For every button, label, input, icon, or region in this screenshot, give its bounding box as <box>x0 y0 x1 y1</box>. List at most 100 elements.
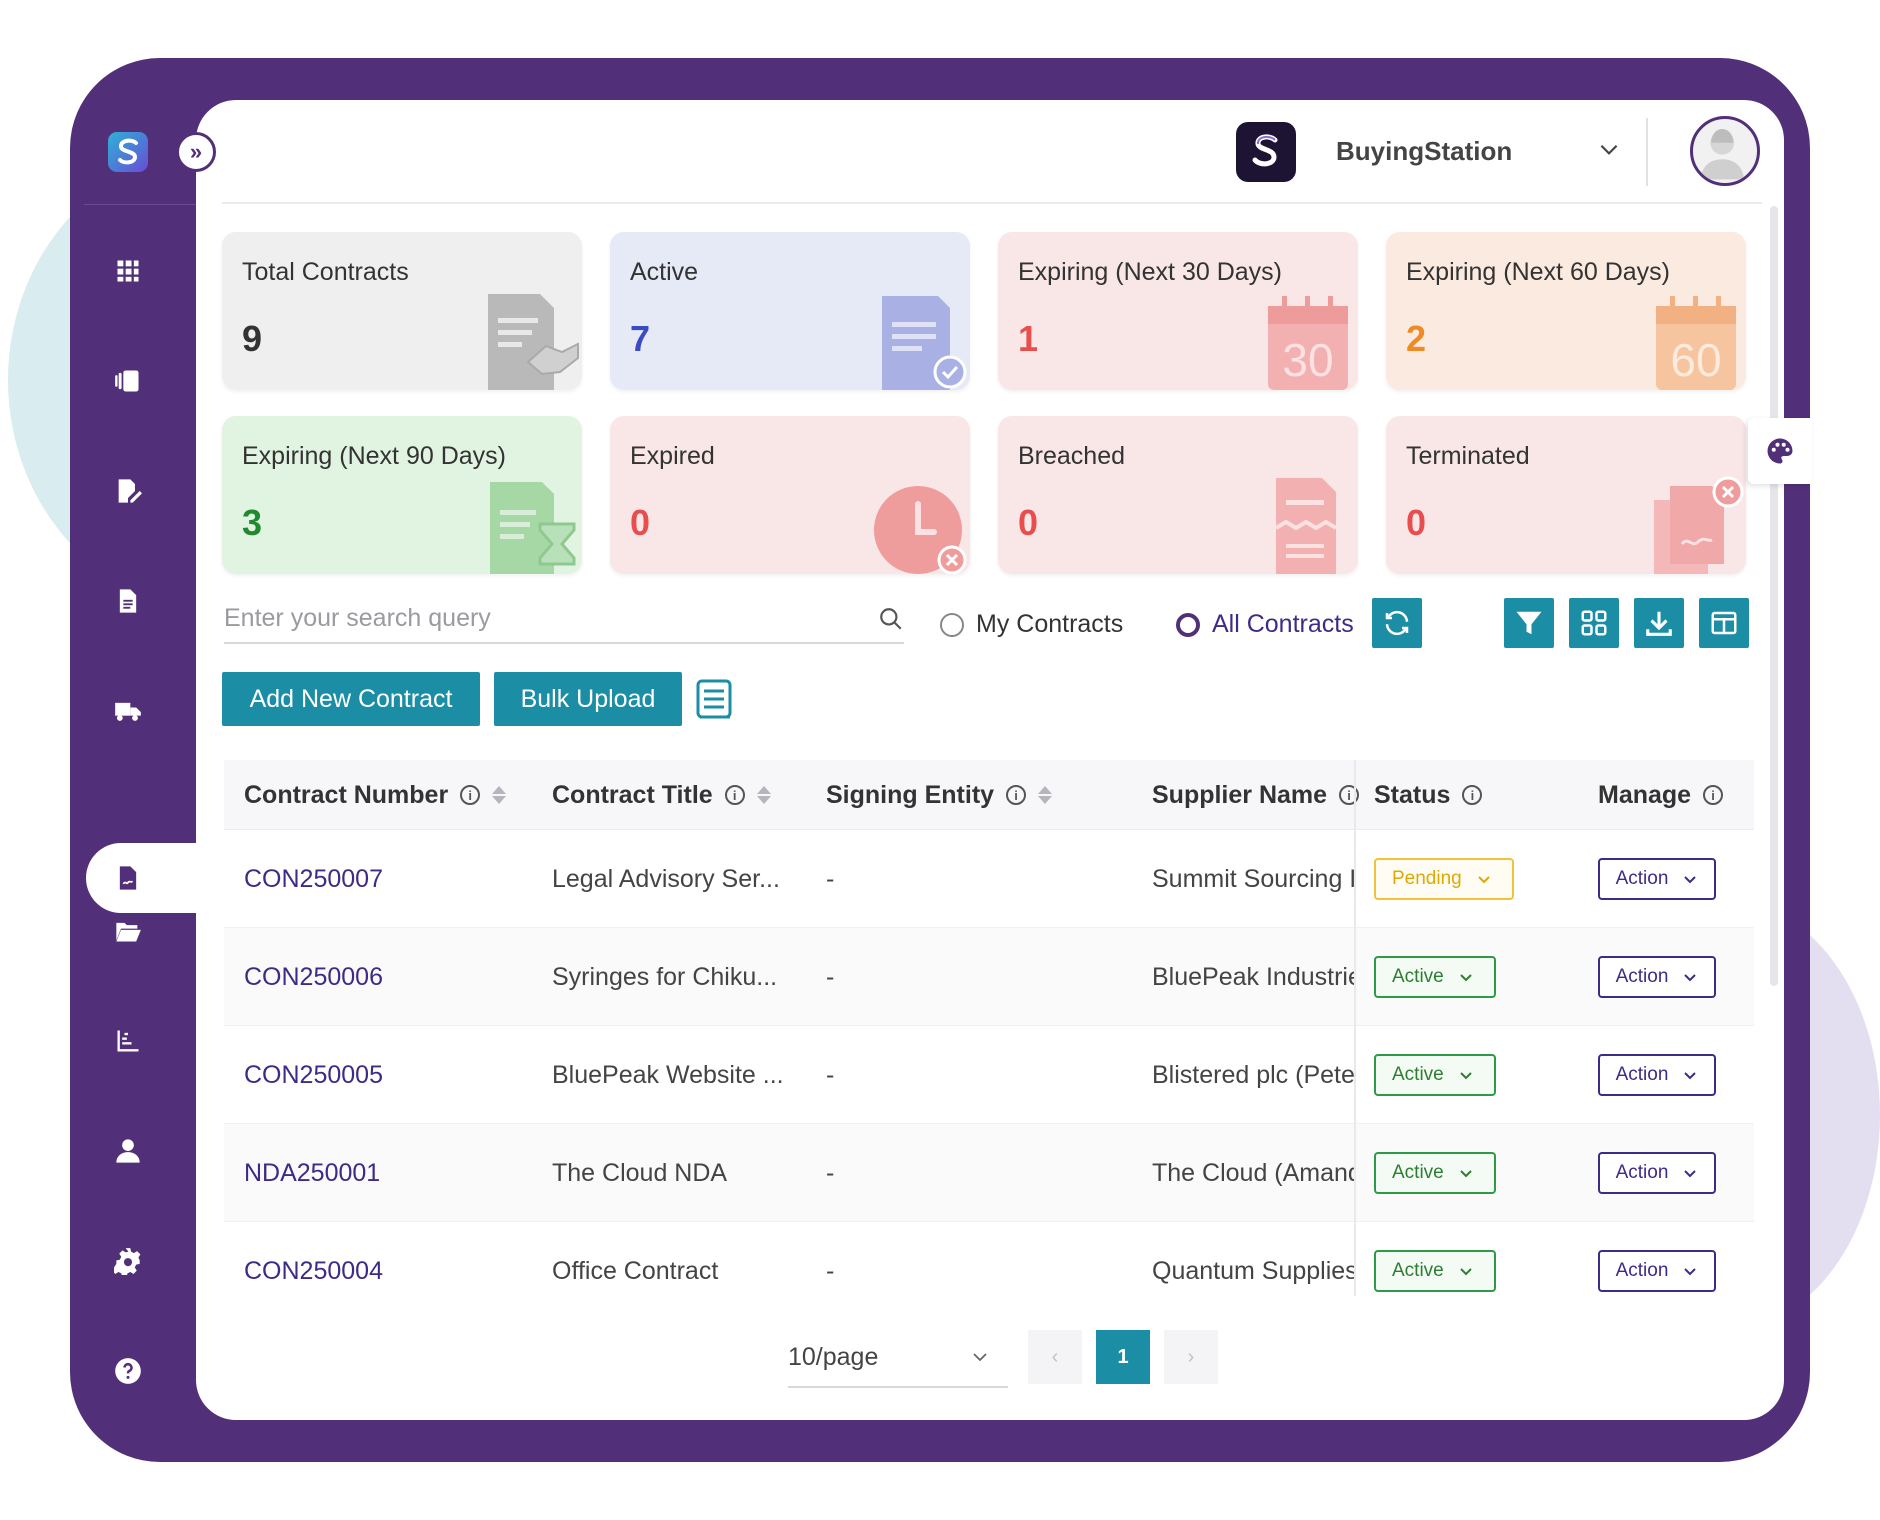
action-dropdown[interactable]: Action <box>1598 956 1716 998</box>
status-dropdown[interactable]: Active <box>1374 1054 1496 1096</box>
contract-title-cell: Legal Advisory Ser... <box>552 864 780 893</box>
sort-icon[interactable] <box>1038 786 1053 804</box>
signing-entity-cell: - <box>826 1060 835 1089</box>
column-title: Contract Title <box>552 780 713 809</box>
columns-icon <box>1711 611 1737 635</box>
page-size-select[interactable]: 10/page <box>788 1328 1008 1388</box>
status-dropdown[interactable]: Active <box>1374 956 1496 998</box>
topbar-separator <box>222 202 1762 204</box>
sidebar <box>70 58 226 1462</box>
user-icon[interactable] <box>113 1136 143 1166</box>
action-dropdown[interactable]: Action <box>1598 1152 1716 1194</box>
sort-icon[interactable] <box>492 786 507 804</box>
user-avatar[interactable] <box>1690 116 1760 186</box>
gear-icon[interactable] <box>113 1246 143 1276</box>
columns-button[interactable] <box>1699 598 1749 648</box>
action-dropdown[interactable]: Action <box>1598 858 1716 900</box>
contract-number-link[interactable]: CON250005 <box>244 1026 383 1124</box>
table-row[interactable]: CON250007 Legal Advisory Ser... - Summit… <box>224 830 1754 928</box>
table-row[interactable]: NDA250001 The Cloud NDA - The Cloud (Ama… <box>224 1124 1754 1222</box>
info-icon[interactable]: i <box>1006 785 1027 805</box>
radio-button-icon[interactable] <box>940 612 964 637</box>
action-label: Action <box>1615 1260 1669 1281</box>
card-total-contracts[interactable]: Total Contracts 9 <box>222 232 582 390</box>
contract-title-cell: Syringes for Chiku... <box>552 962 778 991</box>
supplier-name-cell: BluePeak Industrie... <box>1152 962 1354 991</box>
clock-x-icon <box>874 486 967 574</box>
column-manage[interactable]: Manage i <box>1598 760 1724 830</box>
info-icon[interactable]: i <box>1703 785 1724 805</box>
edit-document-icon[interactable] <box>113 476 143 506</box>
help-icon[interactable] <box>113 1356 143 1386</box>
card-expiring-60[interactable]: Expiring (Next 60 Days) 2 60 <box>1386 232 1746 390</box>
add-new-contract-button[interactable]: Add New Contract <box>222 672 480 726</box>
next-page-button[interactable]: › <box>1164 1330 1218 1384</box>
contract-number-link[interactable]: CON250006 <box>244 928 383 1026</box>
card-expired[interactable]: Expired 0 <box>610 416 970 574</box>
radio-all-contracts[interactable]: All Contracts <box>1176 610 1354 639</box>
download-button[interactable] <box>1634 598 1684 648</box>
search-icon[interactable] <box>878 606 904 632</box>
table-row[interactable]: CON250005 BluePeak Website ... - Blister… <box>224 1026 1754 1124</box>
page-number-current[interactable]: 1 <box>1096 1330 1150 1384</box>
supplier-name-cell: The Cloud (Amand... <box>1152 1158 1354 1187</box>
grid-view-button[interactable] <box>1569 598 1619 648</box>
contracts-table: Contract Number i Contract Title i Signi… <box>224 760 1754 1296</box>
guide-book-icon[interactable] <box>694 678 734 722</box>
column-title: Signing Entity <box>826 780 995 809</box>
card-label: Expiring (Next 30 Days) <box>1018 258 1282 286</box>
info-icon[interactable]: i <box>1339 785 1360 805</box>
sort-icon[interactable] <box>756 786 771 804</box>
filter-button[interactable] <box>1504 598 1554 648</box>
card-terminated[interactable]: Terminated 0 <box>1386 416 1746 574</box>
org-name[interactable]: BuyingStation <box>1336 136 1512 167</box>
column-supplier-name[interactable]: Supplier Name i <box>1152 760 1360 830</box>
contract-number-link[interactable]: CON250007 <box>244 830 383 928</box>
action-dropdown[interactable]: Action <box>1598 1054 1716 1096</box>
column-contract-number[interactable]: Contract Number i <box>244 760 507 830</box>
search-input[interactable] <box>224 596 844 640</box>
column-title: Manage <box>1598 780 1692 809</box>
vertical-scrollbar[interactable] <box>1770 206 1778 986</box>
document-icon[interactable] <box>113 586 143 616</box>
status-dropdown[interactable]: Active <box>1374 1250 1496 1292</box>
bulk-upload-button[interactable]: Bulk Upload <box>494 672 682 726</box>
table-row[interactable]: CON250006 Syringes for Chiku... - BluePe… <box>224 928 1754 1026</box>
card-breached[interactable]: Breached 0 <box>998 416 1358 574</box>
radio-label: All Contracts <box>1212 610 1354 638</box>
info-icon[interactable]: i <box>460 785 481 805</box>
column-contract-title[interactable]: Contract Title i <box>552 760 771 830</box>
chevron-down-icon <box>1478 876 1490 884</box>
card-expiring-90[interactable]: Expiring (Next 90 Days) 3 <box>222 416 582 574</box>
status-dropdown[interactable]: Pending <box>1374 858 1514 900</box>
sidebar-expand-button[interactable]: » <box>176 132 216 172</box>
info-icon[interactable]: i <box>724 785 745 805</box>
action-dropdown[interactable]: Action <box>1598 1250 1716 1292</box>
card-value: 0 <box>1018 502 1039 543</box>
card-expiring-30[interactable]: Expiring (Next 30 Days) 1 30 <box>998 232 1358 390</box>
contract-number-link[interactable]: CON250004 <box>244 1222 383 1296</box>
delivery-truck-icon[interactable] <box>113 696 143 726</box>
column-status[interactable]: Status i <box>1374 760 1483 830</box>
card-value: 1 <box>1018 318 1039 359</box>
card-active[interactable]: Active 7 <box>610 232 970 390</box>
chart-icon[interactable] <box>113 1026 143 1056</box>
card-value: 2 <box>1406 318 1427 359</box>
table-row[interactable]: CON250004 Office Contract - Quantum Supp… <box>224 1222 1754 1296</box>
dashboard-grid-icon[interactable] <box>113 256 143 286</box>
org-dropdown-chevron-icon[interactable] <box>1596 136 1622 162</box>
status-dropdown[interactable]: Active <box>1374 1152 1496 1194</box>
radio-my-contracts[interactable]: My Contracts <box>940 610 1123 639</box>
chevron-down-icon <box>1460 974 1472 982</box>
radio-button-selected-icon[interactable] <box>1176 612 1200 637</box>
contract-number-link[interactable]: NDA250001 <box>244 1124 380 1222</box>
theme-palette-button[interactable] <box>1748 418 1812 484</box>
cards-stack-icon[interactable] <box>113 366 143 396</box>
card-label: Expired <box>630 442 715 470</box>
column-signing-entity[interactable]: Signing Entity i <box>826 760 1053 830</box>
info-icon[interactable]: i <box>1462 785 1483 805</box>
prev-page-button[interactable]: ‹ <box>1028 1330 1082 1384</box>
folder-open-icon[interactable] <box>113 916 143 946</box>
refresh-button[interactable] <box>1372 598 1422 648</box>
app-logo-icon[interactable] <box>108 132 148 172</box>
